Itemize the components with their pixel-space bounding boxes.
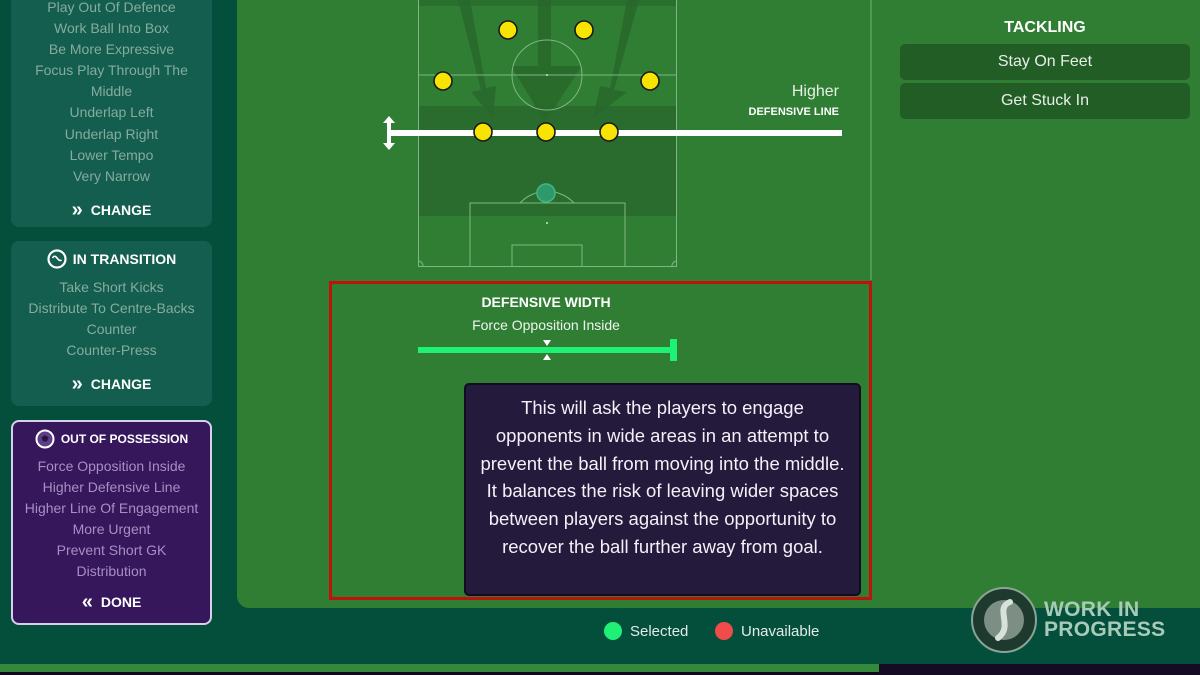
instruction-item: Counter bbox=[86, 321, 137, 338]
ball-icon bbox=[35, 429, 55, 449]
defensive-width-tooltip: This will ask the players to engage oppo… bbox=[464, 383, 861, 596]
instruction-item: Higher Line Of Engagement bbox=[24, 500, 199, 517]
slider-end-cap bbox=[670, 339, 677, 361]
defensive-line-value: Higher bbox=[791, 83, 839, 100]
instruction-item: Focus Play Through The bbox=[35, 62, 188, 79]
done-button-label: DONE bbox=[100, 593, 142, 610]
sports-interactive-logo-icon bbox=[971, 587, 1037, 653]
instruction-item: Be More Expressive bbox=[48, 41, 175, 58]
tackling-option-stay-on-feet[interactable]: Stay On Feet bbox=[900, 44, 1190, 80]
in-transition-header: IN TRANSITION bbox=[11, 248, 212, 270]
change-button-label: CHANGE bbox=[90, 201, 152, 218]
out-of-possession-instructions: Force Opposition Inside Higher Defensive … bbox=[13, 456, 210, 583]
instruction-item: Distribution bbox=[76, 563, 147, 580]
player-marker bbox=[599, 122, 619, 142]
change-button-label: CHANGE bbox=[90, 376, 152, 393]
in-possession-change-button[interactable]: » CHANGE bbox=[11, 200, 212, 220]
slider-track bbox=[418, 347, 676, 353]
instruction-item: Middle bbox=[90, 83, 133, 100]
player-marker bbox=[473, 122, 493, 142]
double-chevron-right-icon: » bbox=[71, 373, 83, 396]
legend-selected-label: Selected bbox=[630, 622, 689, 640]
in-transition-change-button[interactable]: » CHANGE bbox=[11, 374, 212, 394]
watermark-line1: WORK IN bbox=[1044, 598, 1140, 621]
instruction-item: Force Opposition Inside bbox=[37, 458, 186, 474]
transition-icon bbox=[47, 249, 67, 269]
defensive-width-title: DEFENSIVE WIDTH bbox=[481, 294, 611, 310]
in-possession-card: Play Out Of Defence Work Ball Into Box Be … bbox=[11, 0, 212, 227]
players-on-line bbox=[473, 122, 619, 142]
watermark-line2: PROGRESS bbox=[1044, 618, 1166, 641]
bottom-bar bbox=[0, 664, 879, 672]
legend-selected: Selected bbox=[604, 622, 688, 640]
tackling-option-label: Get Stuck In bbox=[1000, 92, 1090, 109]
instruction-item: Higher Defensive Line bbox=[42, 479, 181, 496]
defensive-width-slider[interactable] bbox=[418, 338, 680, 362]
unavailable-dot-icon bbox=[715, 622, 733, 640]
done-button[interactable]: « DONE bbox=[13, 592, 210, 612]
panel-divider bbox=[870, 0, 872, 280]
legend-unavailable-label: Unavailable bbox=[741, 622, 820, 640]
instruction-item: Work Ball Into Box bbox=[54, 20, 169, 37]
player-marker bbox=[536, 122, 556, 142]
defensive-width-value: Force Opposition Inside bbox=[472, 317, 620, 333]
double-chevron-right-icon: » bbox=[71, 198, 83, 221]
legend-unavailable: Unavailable bbox=[715, 622, 819, 640]
out-of-possession-card: OUT OF POSSESSION Force Opposition Insid… bbox=[11, 420, 212, 625]
instruction-item: Take Short Kicks bbox=[59, 279, 164, 295]
instruction-item: Prevent Short GK bbox=[56, 542, 167, 559]
defensive-line-label: DEFENSIVE LINE bbox=[748, 106, 839, 118]
instruction-item: Underlap Left bbox=[69, 104, 154, 121]
bottom-edge-right bbox=[879, 664, 1200, 675]
instruction-item: Lower Tempo bbox=[69, 146, 154, 163]
tackling-option-get-stuck-in[interactable]: Get Stuck In bbox=[900, 83, 1190, 119]
instruction-item: Underlap Right bbox=[64, 125, 159, 142]
tackling-title: TACKLING bbox=[1004, 19, 1086, 36]
in-transition-card: IN TRANSITION Take Short Kicks Distribute… bbox=[11, 241, 212, 406]
out-of-possession-header: OUT OF POSSESSION bbox=[13, 428, 210, 450]
in-transition-title: IN TRANSITION bbox=[72, 251, 177, 267]
instruction-item: Distribute To Centre-Backs bbox=[28, 300, 195, 317]
out-of-possession-title: OUT OF POSSESSION bbox=[60, 432, 189, 446]
instruction-item: More Urgent bbox=[72, 521, 151, 538]
instruction-item: Counter-Press bbox=[66, 342, 157, 359]
selected-dot-icon bbox=[604, 622, 622, 640]
instruction-item: Play Out Of Defence bbox=[47, 0, 176, 15]
double-chevron-left-icon: « bbox=[81, 590, 93, 613]
in-possession-instructions: Play Out Of Defence Work Ball Into Box Be … bbox=[11, 0, 212, 187]
in-transition-instructions: Take Short Kicks Distribute To Centre-Bac… bbox=[11, 277, 212, 361]
work-in-progress-watermark: WORK IN PROGRESS bbox=[970, 586, 1165, 654]
tackling-option-label: Stay On Feet bbox=[997, 53, 1093, 70]
instruction-item: Very Narrow bbox=[72, 167, 151, 184]
